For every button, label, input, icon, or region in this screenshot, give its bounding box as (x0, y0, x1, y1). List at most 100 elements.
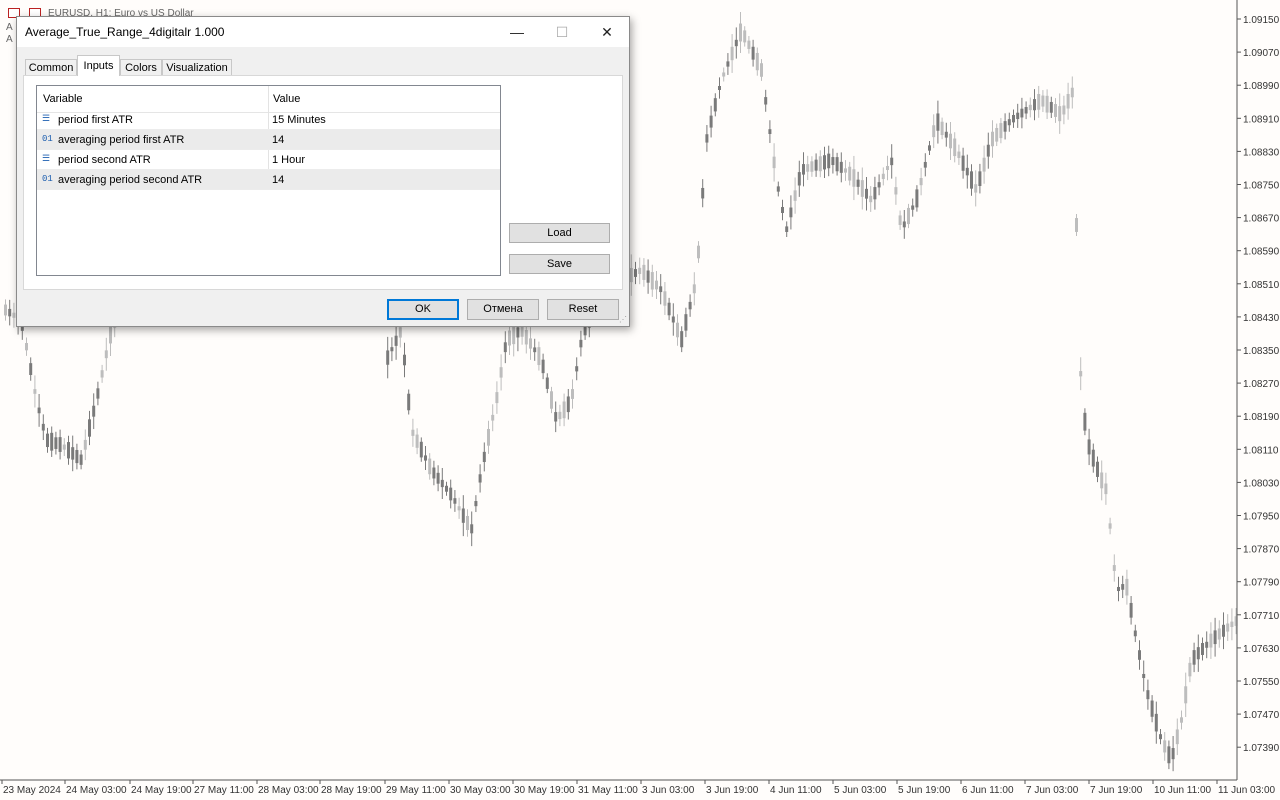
candle-body (755, 52, 759, 71)
input-row-averaging-period-second-atr[interactable]: 01 averaging period second ATR 14 (37, 170, 500, 190)
save-button[interactable]: Save (509, 254, 610, 274)
dialog-titlebar[interactable]: Average_True_Range_4digitalr 1.000 — ☐ ✕ (17, 17, 629, 47)
candle-body (793, 190, 797, 201)
inputs-grid[interactable]: Variable Value ☰ period first ATR 15 Min… (36, 85, 501, 276)
candle-body (436, 472, 440, 484)
candle-body (566, 396, 570, 413)
candle-body (1150, 700, 1154, 717)
candle-body (466, 515, 469, 531)
candle-body (680, 331, 684, 348)
candle-body (1192, 650, 1196, 665)
column-header-value[interactable]: Value (273, 93, 300, 105)
time-label: 30 May 19:00 (514, 785, 575, 796)
candle-body (1138, 650, 1141, 660)
candle-body (558, 411, 562, 420)
price-label: 1.07550 (1243, 677, 1280, 688)
candle-body (667, 302, 671, 316)
candle-body (503, 342, 507, 353)
time-label: 10 Jun 11:00 (1154, 785, 1212, 796)
load-button[interactable]: Load (509, 223, 610, 243)
candle-body (403, 354, 406, 366)
candle-body (663, 291, 667, 306)
candle-body (424, 455, 427, 461)
candle-body (877, 182, 881, 188)
tab-colors[interactable]: Colors (120, 59, 162, 76)
candle-body (1167, 746, 1171, 764)
candle-body (869, 195, 873, 203)
maximize-button[interactable]: ☐ (539, 17, 585, 47)
candle-body (873, 187, 877, 200)
input-row-period-first-atr[interactable]: ☰ period first ATR 15 Minutes (37, 110, 500, 130)
column-header-variable[interactable]: Variable (43, 93, 83, 105)
candle-body (1205, 641, 1209, 648)
candle-body (575, 366, 579, 372)
candle-body (1217, 628, 1221, 640)
candle-body (902, 221, 906, 228)
candle-body (474, 501, 478, 507)
inputs-panel: Variable Value ☰ period first ATR 15 Min… (23, 75, 623, 290)
minimize-button[interactable]: — (494, 17, 540, 47)
candle-body (684, 314, 688, 331)
candle-body (865, 188, 868, 199)
candle-body (953, 138, 957, 157)
tab-visualization[interactable]: Visualization (162, 59, 232, 76)
candle-body (856, 179, 860, 187)
candle-body (545, 377, 549, 389)
candle-body (806, 164, 810, 172)
candle-body (37, 407, 41, 414)
reset-button[interactable]: Reset (547, 299, 619, 320)
candle-body (529, 338, 532, 349)
input-value[interactable]: 14 (272, 174, 284, 186)
candle-body (1083, 412, 1087, 431)
price-label: 1.08510 (1243, 280, 1280, 291)
candle-body (415, 434, 419, 448)
candle-body (1104, 483, 1108, 495)
price-label: 1.09150 (1243, 15, 1280, 26)
candle-body (739, 23, 742, 42)
cancel-button[interactable]: Отмена (467, 299, 539, 320)
candle-body (1159, 734, 1162, 740)
candle-body (1003, 121, 1007, 132)
candle-body (1096, 461, 1099, 477)
candle-body (676, 322, 679, 338)
input-value[interactable]: 1 Hour (272, 154, 305, 166)
tab-common[interactable]: Common (25, 59, 77, 76)
input-row-averaging-period-first-atr[interactable]: 01 averaging period first ATR 14 (37, 130, 500, 150)
time-label: 23 May 2024 (3, 785, 61, 796)
price-label: 1.08350 (1243, 346, 1280, 357)
candle-body (508, 330, 511, 346)
candle-body (1121, 584, 1125, 590)
input-value[interactable]: 14 (272, 134, 284, 146)
price-label: 1.08270 (1243, 379, 1280, 390)
time-label: 30 May 03:00 (450, 785, 511, 796)
candle-body (999, 123, 1003, 139)
candle-body (419, 441, 423, 458)
tab-inputs[interactable]: Inputs (77, 55, 120, 76)
candle-body (772, 156, 776, 169)
candle-body (25, 343, 28, 351)
resize-grip-icon[interactable]: ⋰ (619, 316, 627, 324)
time-label: 24 May 19:00 (131, 785, 192, 796)
candle-body (407, 393, 411, 411)
ok-button[interactable]: OK (387, 299, 459, 320)
candle-body (495, 392, 499, 404)
candle-body (650, 272, 654, 290)
candle-body (440, 479, 444, 488)
candle-body (571, 389, 574, 399)
close-button[interactable]: ✕ (584, 17, 630, 47)
candle-body (697, 245, 700, 259)
candle-body (1024, 107, 1028, 114)
input-variable-name: period first ATR (58, 114, 133, 126)
candle-body (579, 339, 583, 348)
input-value[interactable]: 15 Minutes (272, 114, 326, 126)
candle-body (449, 487, 453, 501)
price-label: 1.07870 (1243, 545, 1280, 556)
candle-body (781, 206, 784, 214)
price-label: 1.07470 (1243, 710, 1280, 721)
candle-body (491, 414, 495, 421)
candle-body (713, 98, 717, 112)
input-row-period-second-atr[interactable]: ☰ period second ATR 1 Hour (37, 150, 500, 170)
candle-body (722, 72, 726, 77)
time-label: 11 Jun 03:00 (1218, 785, 1276, 796)
candle-body (1154, 713, 1158, 732)
